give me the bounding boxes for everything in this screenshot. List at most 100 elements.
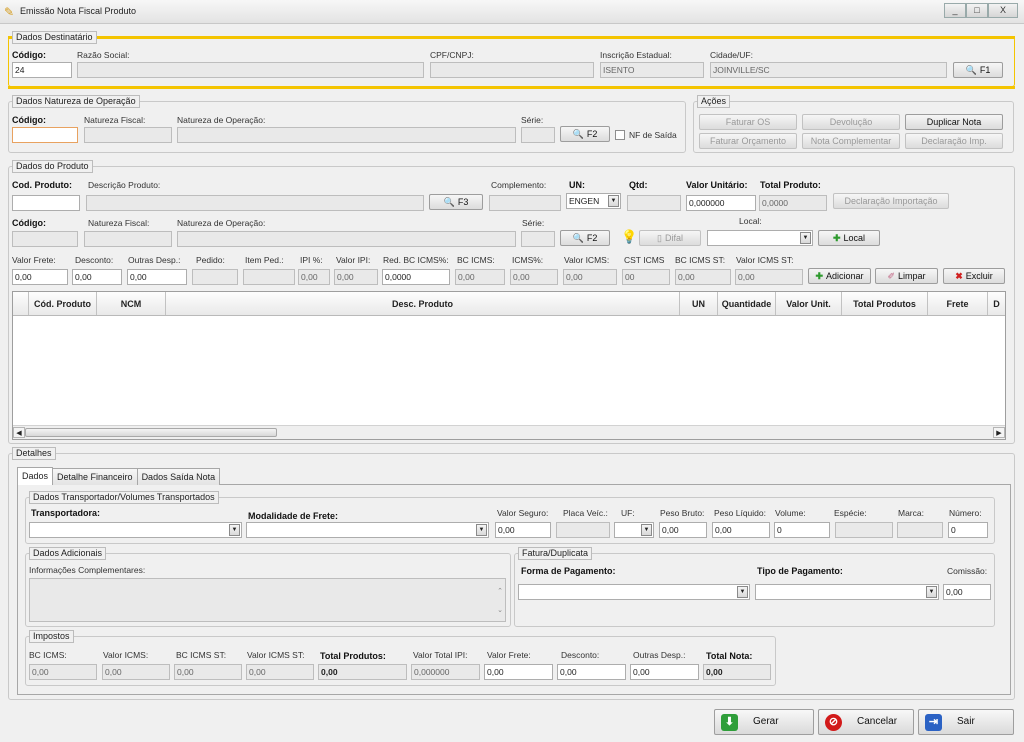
valor-seguro-input[interactable]: 0,00	[495, 522, 551, 538]
grid-col-desc-produto[interactable]: Desc. Produto	[166, 292, 680, 315]
tab-dados[interactable]: Dados	[17, 467, 54, 485]
nat-codigo-input[interactable]	[12, 127, 78, 143]
valor-frete-input[interactable]: 0,00	[12, 269, 68, 285]
nat-serie-input[interactable]	[521, 127, 555, 143]
imp-bc-icms-st-input[interactable]: 0,00	[174, 664, 242, 680]
peso-liquido-input[interactable]: 0,00	[712, 522, 770, 538]
grid-col-valor-unit[interactable]: Valor Unit.	[776, 292, 842, 315]
dest-ie-input[interactable]: ISENTO	[600, 62, 704, 78]
grid-col-d[interactable]: D	[988, 292, 1005, 315]
bc-icms-st-input[interactable]: 0,00	[675, 269, 731, 285]
cancelar-button[interactable]: ⊘ Cancelar	[818, 709, 914, 735]
dest-cidade-input[interactable]: JOINVILLE/SC	[710, 62, 947, 78]
icms-percent-input[interactable]: 0,00	[510, 269, 558, 285]
grid-col-un[interactable]: UN	[680, 292, 718, 315]
info-complementares-textarea[interactable]: ⌃ ⌄	[29, 578, 506, 622]
prod-nat-search-button[interactable]: 🔍 F2	[560, 230, 610, 246]
local-add-button[interactable]: ✚ Local	[818, 230, 880, 246]
peso-bruto-input[interactable]: 0,00	[659, 522, 707, 538]
tab-dados-saida-nota[interactable]: Dados Saída Nota	[136, 468, 221, 485]
prod-nat-op-input[interactable]	[177, 231, 516, 247]
valor-icms-st-input[interactable]: 0,00	[735, 269, 803, 285]
textarea-scroll-icon[interactable]: ⌃ ⌄	[497, 582, 503, 620]
total-produto-input[interactable]: 0,0000	[759, 195, 827, 211]
cod-produto-input[interactable]	[12, 195, 80, 211]
outras-desp-input[interactable]: 0,00	[127, 269, 187, 285]
nat-op-input[interactable]	[177, 127, 516, 143]
imp-valor-icms-input[interactable]: 0,00	[102, 664, 170, 680]
grid-col-total-produtos[interactable]: Total Produtos	[842, 292, 928, 315]
marca-input[interactable]	[897, 522, 943, 538]
bc-icms-input[interactable]: 0,00	[455, 269, 505, 285]
red-bc-icms-input[interactable]: 0,0000	[382, 269, 450, 285]
item-ped-input[interactable]	[243, 269, 295, 285]
scroll-right-icon[interactable]: ▶	[993, 427, 1005, 438]
desc-produto-input[interactable]	[86, 195, 424, 211]
valor-icms-input[interactable]: 0,00	[563, 269, 617, 285]
imp-desconto-input[interactable]: 0,00	[557, 664, 626, 680]
desconto-input[interactable]: 0,00	[72, 269, 122, 285]
duplicar-nota-button[interactable]: Duplicar Nota	[905, 114, 1003, 130]
prod-serie-input[interactable]	[521, 231, 555, 247]
minimize-button[interactable]: _	[944, 3, 966, 18]
imp-valor-frete-input[interactable]: 0,00	[484, 664, 553, 680]
cst-icms-input[interactable]: 00	[622, 269, 670, 285]
limpar-button[interactable]: ✐ Limpar	[875, 268, 938, 284]
nf-saida-checkbox[interactable]	[615, 130, 625, 140]
difal-button[interactable]: ▯ Difal	[639, 230, 701, 246]
produto-search-button[interactable]: 🔍 F3	[429, 194, 483, 210]
devolucao-button[interactable]: Devolução	[802, 114, 900, 130]
valor-ipi-input[interactable]: 0,00	[334, 269, 378, 285]
qtd-input[interactable]	[627, 195, 681, 211]
prod-codigo-input[interactable]	[12, 231, 78, 247]
imp-valor-total-ipi-input[interactable]: 0,000000	[411, 664, 480, 680]
dest-razao-input[interactable]	[77, 62, 424, 78]
faturar-os-button[interactable]: Faturar OS	[699, 114, 797, 130]
placa-input[interactable]	[556, 522, 610, 538]
local-select[interactable]: ▼	[707, 230, 813, 246]
grid-horizontal-scrollbar[interactable]: ◀ ▶	[13, 425, 1005, 439]
maximize-button[interactable]: □	[966, 3, 988, 18]
scroll-left-icon[interactable]: ◀	[13, 427, 25, 438]
sair-button[interactable]: ⇥ Sair	[918, 709, 1014, 735]
grid-col-quantidade[interactable]: Quantidade	[718, 292, 776, 315]
comissao-input[interactable]: 0,00	[943, 584, 991, 600]
tab-detalhe-financeiro[interactable]: Detalhe Financeiro	[52, 468, 138, 485]
excluir-button[interactable]: ✖ Excluir	[943, 268, 1005, 284]
dest-codigo-input[interactable]: 24	[12, 62, 72, 78]
imp-valor-icms-st-input[interactable]: 0,00	[246, 664, 314, 680]
imp-outras-desp-input[interactable]: 0,00	[630, 664, 699, 680]
valor-unit-input[interactable]: 0,000000	[686, 195, 756, 211]
especie-input[interactable]	[835, 522, 893, 538]
un-select[interactable]: ENGEN ▼	[566, 193, 621, 209]
ipi-percent-input[interactable]: 0,00	[298, 269, 330, 285]
imp-bc-icms-input[interactable]: 0,00	[29, 664, 97, 680]
nota-complementar-button[interactable]: Nota Complementar	[802, 133, 900, 149]
modalidade-select[interactable]: ▼	[246, 522, 489, 538]
numero-input[interactable]: 0	[948, 522, 988, 538]
scroll-thumb[interactable]	[25, 428, 277, 437]
nat-fiscal-input[interactable]	[84, 127, 172, 143]
uf-select[interactable]: ▼	[614, 522, 654, 538]
grid-col-frete[interactable]: Frete	[928, 292, 988, 315]
prod-nat-fiscal-input[interactable]	[84, 231, 172, 247]
adicionar-button[interactable]: ✚ Adicionar	[808, 268, 871, 284]
close-button[interactable]: X	[988, 3, 1018, 18]
gerar-button[interactable]: ⬇ Gerar	[714, 709, 814, 735]
lightbulb-icon[interactable]: 💡	[621, 229, 637, 245]
products-grid[interactable]: Cód. Produto NCM Desc. Produto UN Quanti…	[12, 291, 1006, 440]
dest-search-button[interactable]: 🔍 F1	[953, 62, 1003, 78]
dest-cpf-input[interactable]	[430, 62, 594, 78]
forma-pagamento-select[interactable]: ▼	[518, 584, 750, 600]
imp-total-nota-input[interactable]: 0,00	[703, 664, 771, 680]
faturar-orcamento-button[interactable]: Faturar Orçamento	[699, 133, 797, 149]
complemento-input[interactable]	[489, 195, 561, 211]
grid-col-ncm[interactable]: NCM	[97, 292, 166, 315]
volume-input[interactable]: 0	[774, 522, 830, 538]
tipo-pagamento-select[interactable]: ▼	[755, 584, 939, 600]
nat-search-button[interactable]: 🔍 F2	[560, 126, 610, 142]
declaracao-imp-button[interactable]: Declaração Imp.	[905, 133, 1003, 149]
pedido-input[interactable]	[192, 269, 238, 285]
transportadora-select[interactable]: ▼	[29, 522, 242, 538]
grid-col-cod-produto[interactable]: Cód. Produto	[29, 292, 97, 315]
